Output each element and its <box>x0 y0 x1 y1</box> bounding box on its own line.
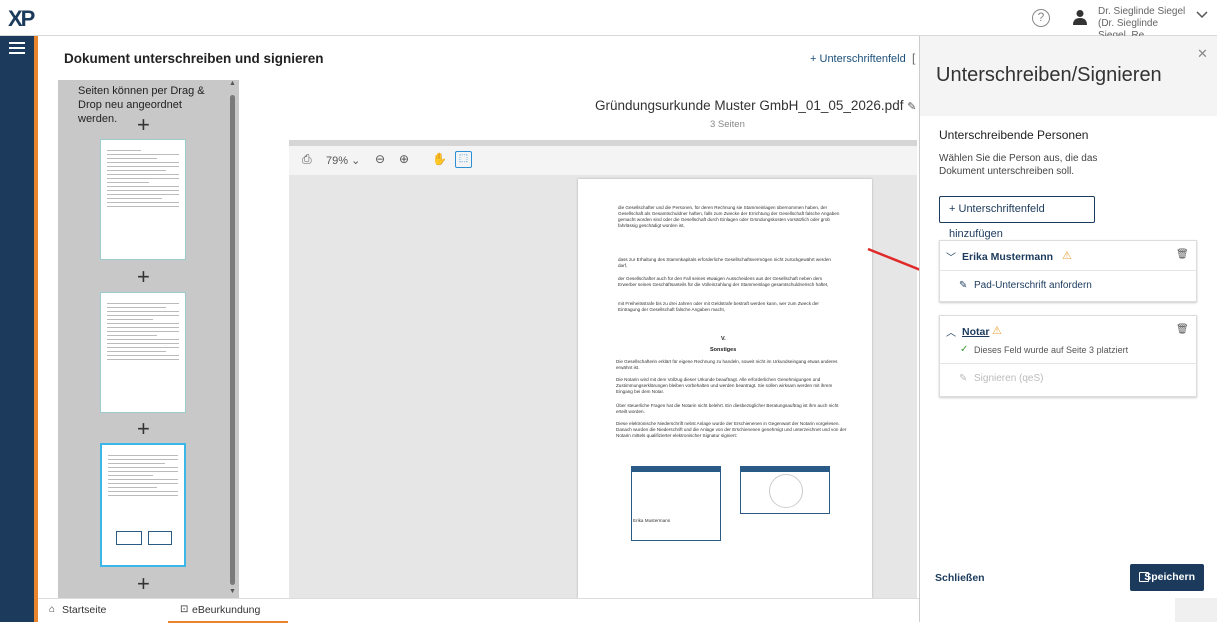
panel-header: Unterschreiben/Signieren ✕ <box>920 36 1217 116</box>
paragraph-3: Über steuerliche Fragen hat die Notarin … <box>616 403 839 414</box>
zoom-value: 79% <box>326 155 349 167</box>
paragraph-2: Die Notarin wird mit dem Vollzug dieser … <box>616 377 833 394</box>
notary-seal-icon <box>769 474 803 508</box>
close-icon[interactable]: ✕ <box>1197 46 1208 62</box>
signature-field-name: Erika Mustermann <box>633 518 671 523</box>
document-filename[interactable]: Gründungsurkunde Muster GmbH_01_05_2026.… <box>595 98 916 113</box>
save-label: Speichern <box>1144 571 1195 583</box>
pdf-page: die Gesellschafter und die Personen, für… <box>578 179 872 598</box>
filename-text: Gründungsurkunde Muster GmbH_01_05_2026.… <box>595 98 904 113</box>
paragraph-1: Die Gesellschafterin erklärt für eigene … <box>616 359 838 370</box>
check-icon: ✓ <box>960 344 969 355</box>
request-pad-signature-button[interactable]: ✎ Pad-Unterschrift anfordern <box>940 271 1196 301</box>
bullet-2: dass zur Erhaltung des Stammkapitals erf… <box>618 257 831 268</box>
page-thumbnail-1[interactable] <box>100 139 186 260</box>
more-toolbar-icon[interactable]: [ <box>912 51 915 65</box>
scroll-down-icon[interactable]: ▼ <box>229 588 236 595</box>
signer-card-notar: ︿ Notar ⚠ 🗑 ✓ Dieses Feld wurde auf Seit… <box>939 315 1197 397</box>
help-icon[interactable]: ? <box>1032 9 1050 27</box>
top-bar: XP ? Dr. Sieglinde Siegel (Dr. Sieglinde… <box>0 0 1217 41</box>
close-button[interactable]: Schließen <box>935 572 985 584</box>
bottom-right-area <box>1175 598 1217 622</box>
warning-icon: ⚠ <box>1062 250 1072 262</box>
page-thumbnail-3[interactable] <box>100 443 186 567</box>
signer-card-erika: ﹀ Erika Mustermann ⚠ 🗑 ✎ Pad-Unterschrif… <box>939 240 1197 302</box>
page-title: Dokument unterschreiben und signieren <box>64 51 324 66</box>
hand-tool-icon[interactable]: ✋ <box>432 152 447 166</box>
chevron-down-icon[interactable] <box>1196 11 1208 19</box>
zoom-out-icon[interactable]: ⊖ <box>375 152 385 166</box>
add-signature-field-panel-label: Unterschriftenfeld hinzufügen <box>949 203 1045 240</box>
signer-name-erika: Erika Mustermann <box>962 251 1054 263</box>
signing-panel: Unterschreiben/Signieren ✕ Unterschreibe… <box>919 36 1217 622</box>
plus-icon: + <box>810 53 817 65</box>
signer-name-notar: Notar <box>962 326 990 338</box>
add-signature-field-button[interactable]: + Unterschriftenfeld <box>810 53 906 65</box>
insert-page-plus-icon[interactable]: + <box>137 573 150 595</box>
thumbnail-scrollbar[interactable] <box>230 95 235 585</box>
selection-tool-icon[interactable]: ⬚ <box>455 151 472 168</box>
signer-card-erika-header[interactable]: ﹀ Erika Mustermann ⚠ 🗑 <box>940 241 1196 271</box>
edit-icon: ✎ <box>959 373 968 384</box>
tab-startseite[interactable]: ⌂ Startseite <box>38 599 166 623</box>
tab-ebeurkundung[interactable]: ⊡ eBeurkundung <box>168 599 288 623</box>
nav-accent-bar <box>34 36 38 622</box>
user-icon[interactable] <box>1073 9 1087 25</box>
signer-card-notar-header[interactable]: ︿ Notar ⚠ 🗑 <box>940 316 1196 341</box>
paragraph-4: Diese elektronische Niederschrift nebst … <box>616 421 847 438</box>
pdf-toolbar: ⎙ 79% ⌄ ⊖ ⊕ ✋ ⬚ <box>289 146 917 175</box>
plus-icon: + <box>949 203 956 215</box>
panel-title: Unterschreiben/Signieren <box>936 64 1162 86</box>
tab-ebeurkundung-label: eBeurkundung <box>192 604 261 616</box>
add-signature-field-label: Unterschriftenfeld <box>819 53 906 65</box>
bullet-1: die Gesellschafter und die Personen, für… <box>618 205 840 228</box>
save-button[interactable]: Speichern <box>1130 564 1204 591</box>
insert-page-plus-icon[interactable]: + <box>137 418 150 440</box>
document-icon: ⊡ <box>180 604 189 615</box>
chevron-up-icon[interactable]: ︿ <box>946 324 956 339</box>
save-icon <box>1139 572 1149 582</box>
bottom-tabs: ⌂ Startseite ⊡ eBeurkundung <box>38 598 919 623</box>
warning-icon: ⚠ <box>992 325 1002 337</box>
section-title: Sonstiges <box>710 347 737 353</box>
trash-icon[interactable]: 🗑 <box>1176 249 1189 260</box>
bullet-3: der Gesellschafter auch für den Fall sei… <box>618 276 829 287</box>
insert-page-plus-icon[interactable]: + <box>137 114 150 136</box>
page-count: 3 Seiten <box>710 119 745 130</box>
insert-page-plus-icon[interactable]: + <box>137 266 150 288</box>
edit-icon: ✎ <box>959 280 968 291</box>
chevron-down-icon[interactable]: ﹀ <box>946 249 956 264</box>
signature-field-notar[interactable] <box>740 466 830 514</box>
field-placed-status: ✓ Dieses Feld wurde auf Seite 3 platzier… <box>940 341 1196 363</box>
left-nav <box>0 36 34 622</box>
edit-pencil-icon[interactable]: ✎ <box>907 101 916 113</box>
user-name-line1: Dr. Sieglinde Siegel <box>1098 6 1186 17</box>
home-icon: ⌂ <box>49 604 56 615</box>
sign-qes-label: Signieren (qeS) <box>974 373 1044 384</box>
add-signature-field-panel-button[interactable]: + Unterschriftenfeld hinzufügen <box>939 196 1095 240</box>
zoom-select[interactable]: 79% ⌄ <box>326 154 360 167</box>
field-placed-text: Dieses Feld wurde auf Seite 3 platziert <box>974 345 1129 355</box>
tab-startseite-label: Startseite <box>62 604 107 616</box>
signature-field-erika-label: Erika Mustermann <box>631 517 721 541</box>
sign-qes-button[interactable]: ✎ Signieren (qeS) <box>940 363 1196 393</box>
zoom-in-icon[interactable]: ⊕ <box>399 152 409 166</box>
page-thumbnail-2[interactable] <box>100 292 186 413</box>
trash-icon[interactable]: 🗑 <box>1176 324 1189 335</box>
signers-description: Wählen Sie die Person aus, die das Dokum… <box>939 153 1098 177</box>
hamburger-menu-icon[interactable] <box>9 42 25 57</box>
request-pad-signature-label: Pad-Unterschrift anfordern <box>974 280 1092 291</box>
signers-heading: Unterschreibende Personen <box>939 128 1089 142</box>
download-icon[interactable]: ⎙ <box>302 152 312 167</box>
section-number: V. <box>721 336 726 342</box>
scroll-up-icon[interactable]: ▲ <box>229 80 236 87</box>
bullet-4: mit Freiheitsstrafe bis zu drei Jahren o… <box>618 301 819 312</box>
app-logo[interactable]: XP <box>8 6 35 32</box>
